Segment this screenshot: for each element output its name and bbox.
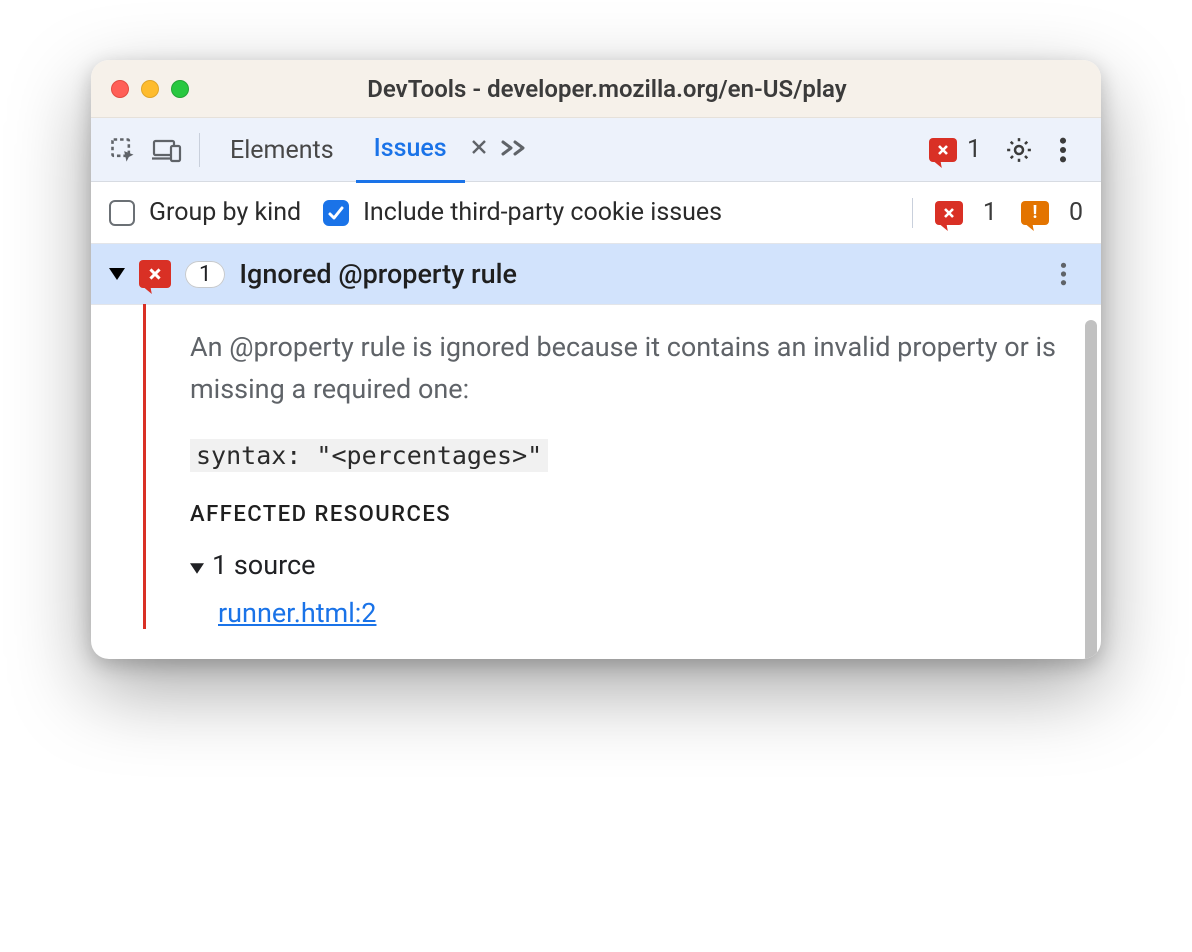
issue-count-badge: 1 [185,261,225,288]
settings-icon[interactable] [999,130,1039,170]
device-toolbar-icon[interactable] [147,130,187,170]
include-third-party-label: Include third-party cookie issues [363,198,722,227]
window-title: DevTools - developer.mozilla.org/en-US/p… [133,75,1081,103]
issues-filter-bar: Group by kind Include third-party cookie… [91,182,1101,244]
issue-body: An @property rule is ignored because it … [91,304,1101,659]
titlebar: DevTools - developer.mozilla.org/en-US/p… [91,60,1101,118]
close-window-button[interactable] [111,80,129,98]
inspect-element-icon[interactable] [103,130,143,170]
group-by-kind-checkbox[interactable] [109,200,135,226]
error-count: 1 [967,135,981,164]
issue-more-icon[interactable] [1043,254,1083,294]
source-summary-text: 1 source [212,549,315,581]
issue-code-snippet: syntax: "<percentages>" [190,439,548,472]
devtools-window: DevTools - developer.mozilla.org/en-US/p… [91,60,1101,659]
error-badge-icon[interactable] [929,138,957,162]
tab-label: Elements [230,136,334,165]
issue-title: Ignored @property rule [239,258,1029,290]
more-options-icon[interactable] [1043,130,1083,170]
severity-rail [143,304,146,629]
error-count: 1 [983,198,997,227]
source-link[interactable]: runner.html:2 [218,597,376,629]
issue-error-icon [139,260,171,288]
issue-description: An @property rule is ignored because it … [190,327,1071,411]
affected-resources-heading: AFFECTED RESOURCES [190,502,1071,527]
warning-count: 0 [1069,198,1083,227]
tab-elements[interactable]: Elements [212,118,352,182]
source-summary-row[interactable]: 1 source [190,549,1071,581]
tab-issues[interactable]: Issues [356,116,465,183]
disclosure-triangle-icon[interactable] [190,549,204,581]
error-badge-icon[interactable] [935,201,963,225]
warning-badge-icon[interactable]: ! [1021,201,1049,225]
issue-header[interactable]: 1 Ignored @property rule [91,244,1101,304]
toolbar: Elements Issues 1 [91,118,1101,182]
include-third-party-checkbox[interactable] [323,200,349,226]
disclosure-triangle-icon[interactable] [109,265,125,284]
group-by-kind-label: Group by kind [149,198,301,227]
more-tabs-icon[interactable] [499,136,533,164]
tab-label: Issues [374,134,447,163]
filter-divider [912,198,913,228]
toolbar-divider [199,133,200,167]
scrollbar-thumb[interactable] [1085,320,1097,659]
close-tab-icon[interactable] [469,137,489,163]
